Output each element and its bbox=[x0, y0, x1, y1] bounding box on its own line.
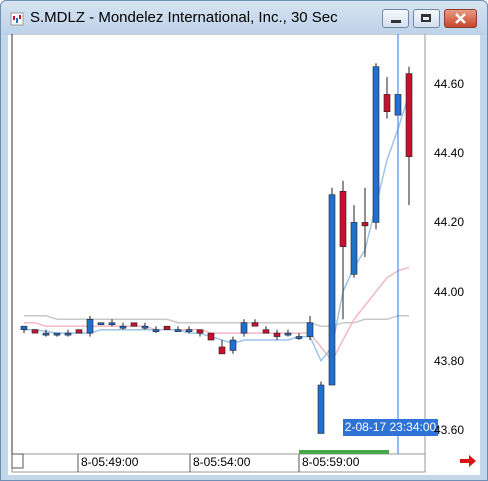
candle bbox=[130, 322, 138, 327]
chart-app-icon[interactable] bbox=[10, 12, 24, 26]
y-axis-label: 44.40 bbox=[434, 146, 465, 161]
candle-body bbox=[130, 322, 138, 327]
candle-body bbox=[64, 332, 72, 336]
corner-box[interactable] bbox=[11, 453, 24, 469]
candle-body bbox=[163, 325, 171, 330]
candle bbox=[328, 187, 336, 386]
candle-body bbox=[75, 329, 83, 334]
candle-body bbox=[108, 322, 116, 326]
candle-body bbox=[31, 329, 39, 334]
minimize-icon bbox=[391, 20, 401, 23]
plot-frame bbox=[11, 34, 426, 455]
candle-body bbox=[284, 332, 292, 336]
candle-body bbox=[229, 339, 237, 351]
close-button[interactable] bbox=[444, 9, 477, 28]
candle-body bbox=[141, 325, 149, 329]
candle-body bbox=[405, 73, 413, 157]
candle-body bbox=[339, 190, 347, 247]
candle bbox=[317, 381, 325, 434]
crosshair-time-label: 2-08-17 23:34:00 bbox=[343, 419, 438, 436]
candle-body bbox=[295, 336, 303, 339]
candle-body bbox=[218, 346, 226, 355]
y-axis-label: 43.80 bbox=[434, 353, 465, 368]
candle-body bbox=[361, 222, 369, 227]
title-bar[interactable]: S.MDLZ - Mondelez International, Inc., 3… bbox=[1, 1, 487, 35]
y-axis-label: 44.60 bbox=[434, 77, 465, 91]
candle-body bbox=[207, 332, 215, 341]
candle bbox=[31, 329, 39, 334]
candle-body bbox=[240, 322, 248, 334]
candle-body bbox=[306, 322, 314, 337]
y-axis-label: 44.00 bbox=[434, 284, 465, 299]
candle-body bbox=[328, 194, 336, 386]
y-axis-label: 43.60 bbox=[434, 423, 465, 437]
candle-body bbox=[42, 332, 50, 336]
candle-body bbox=[152, 329, 160, 332]
candle-body bbox=[53, 332, 61, 336]
candle-body bbox=[262, 329, 270, 334]
restore-button[interactable] bbox=[413, 9, 440, 28]
x-axis-label: 8-05:54:00 bbox=[193, 455, 251, 469]
x-axis-label: 8-05:59:00 bbox=[302, 455, 360, 469]
minimize-button[interactable] bbox=[382, 9, 409, 28]
candle-body bbox=[317, 384, 325, 434]
candle-body bbox=[196, 329, 204, 334]
candle bbox=[75, 329, 83, 334]
candle-body bbox=[350, 222, 358, 275]
candle-body bbox=[273, 332, 281, 337]
candle-body bbox=[383, 94, 391, 112]
candle-body bbox=[185, 329, 193, 332]
volume-highlight bbox=[299, 450, 389, 454]
candle-body bbox=[119, 325, 127, 329]
close-icon bbox=[455, 13, 466, 24]
candle-body bbox=[97, 322, 105, 326]
candle-body bbox=[86, 318, 94, 334]
candle-body bbox=[174, 329, 182, 332]
red-arrow-right-icon[interactable] bbox=[459, 454, 477, 468]
candle bbox=[97, 322, 105, 326]
price-chart[interactable] bbox=[8, 34, 480, 474]
restore-icon bbox=[421, 14, 431, 22]
candle bbox=[163, 325, 171, 330]
candle bbox=[207, 332, 215, 341]
window-title: S.MDLZ - Mondelez International, Inc., 3… bbox=[30, 9, 338, 26]
candle-body bbox=[372, 66, 380, 223]
x-axis-label: 8-05:49:00 bbox=[81, 455, 139, 469]
candle bbox=[372, 63, 380, 230]
candle-body bbox=[251, 322, 259, 327]
y-axis-label: 44.20 bbox=[434, 215, 465, 230]
candle-body bbox=[20, 325, 28, 330]
